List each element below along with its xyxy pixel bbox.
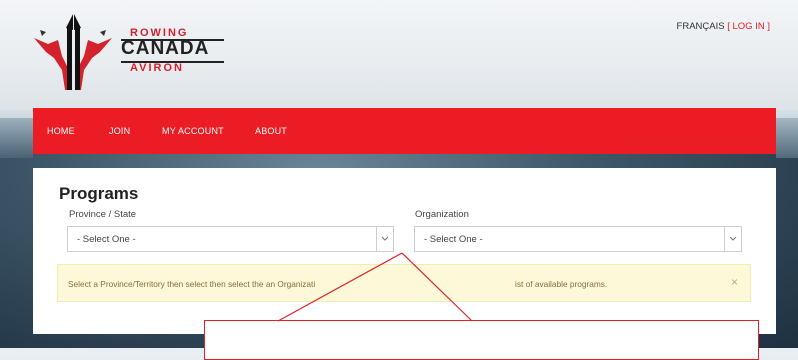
nav-my-account[interactable]: MY ACCOUNT (162, 126, 224, 136)
province-label: Province / State (69, 209, 137, 220)
header-links: FRANÇAIS [ LOG IN ] (677, 21, 770, 32)
chevron-down-icon (724, 227, 741, 251)
chevron-down-icon (376, 227, 393, 251)
nav-home[interactable]: HOME (47, 126, 75, 136)
main-navbar: HOME JOIN MY ACCOUNT ABOUT (33, 108, 776, 154)
logo-word-aviron: AVIRON (130, 62, 184, 74)
nav-about[interactable]: ABOUT (255, 126, 287, 136)
close-icon[interactable]: × (731, 275, 738, 289)
maple-leaf-rower-icon (34, 14, 112, 90)
programs-panel: Programs Province / State - Select One -… (33, 168, 776, 334)
login-link[interactable]: [ LOG IN ] (727, 21, 770, 32)
organization-label: Organization (415, 209, 469, 220)
logo-word-canada: CANADA (121, 38, 210, 59)
page-title: Programs (59, 184, 139, 203)
province-select[interactable]: - Select One - (67, 226, 394, 252)
info-alert: Select a Province/Territory then select … (57, 264, 751, 302)
alert-message-start: Select a Province/Territory then select … (68, 279, 316, 289)
annotation-callout-box (204, 320, 759, 360)
alert-message-end: ist of available programs. (515, 279, 608, 289)
province-select-value: - Select One - (77, 234, 136, 245)
language-toggle-link[interactable]: FRANÇAIS (677, 21, 725, 32)
nav-join[interactable]: JOIN (109, 126, 130, 136)
organization-select[interactable]: - Select One - (414, 226, 742, 252)
water-background-left (0, 118, 33, 158)
organization-select-value: - Select One - (424, 234, 483, 245)
water-background-right (776, 118, 798, 158)
